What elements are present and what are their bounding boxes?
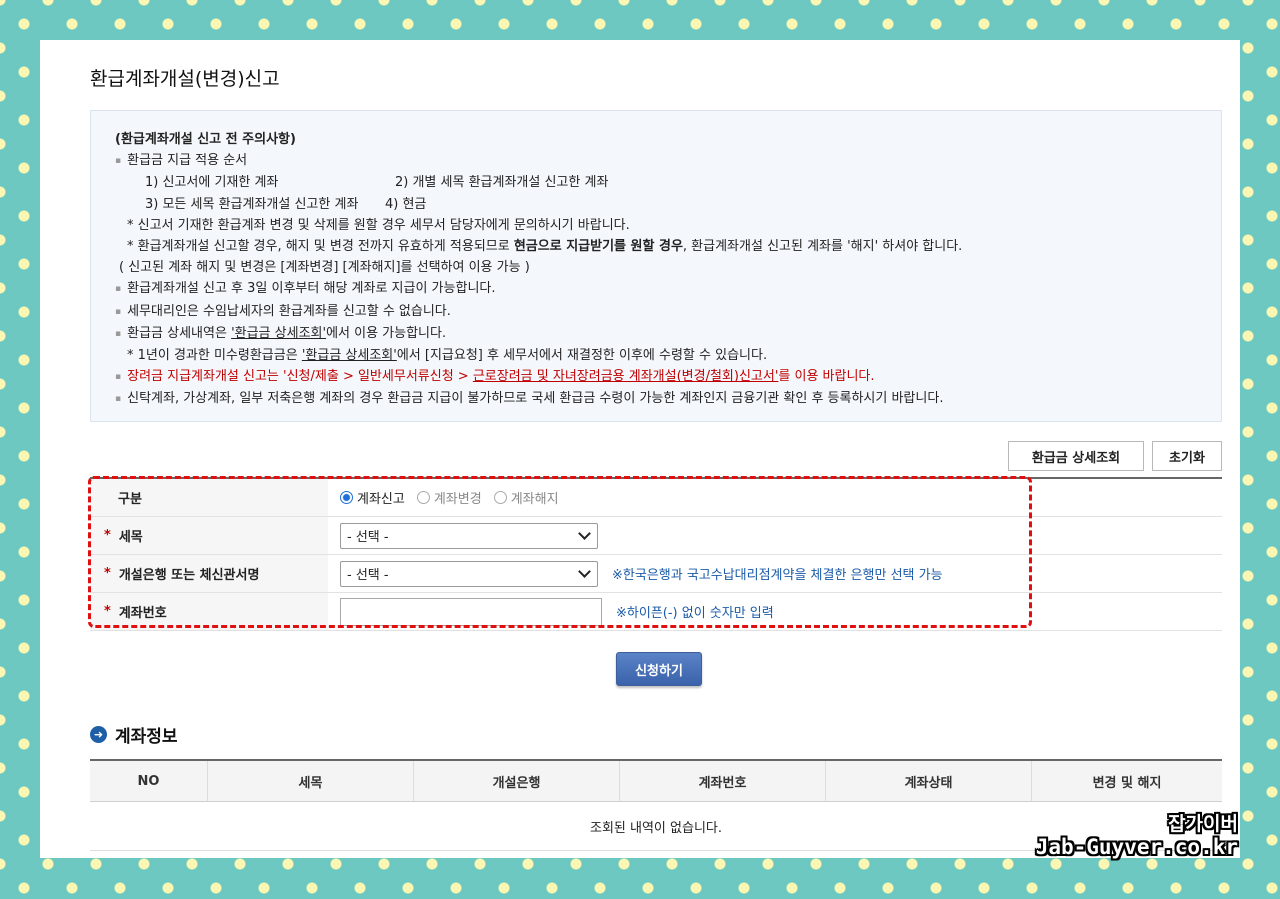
required-mark: *	[104, 528, 111, 543]
watermark-line2: Jab-Guyver.co.kr	[1035, 835, 1238, 859]
notice-line: 신탁계좌, 가상계좌, 일부 저축은행 계좌의 경우 환급금 지급이 불가하므로…	[115, 388, 1221, 410]
notice-line: 환급계좌개설 신고 후 3일 이후부터 해당 계좌로 지급이 가능합니다.	[115, 278, 1221, 300]
bank-label: * 개설은행 또는 체신관서명	[90, 555, 328, 592]
form-row-tax: * 세목 - 선택 -	[90, 517, 1222, 555]
chevron-down-icon	[578, 565, 591, 578]
col-bank: 개설은행	[413, 759, 620, 802]
form-row-account: * 계좌번호 ※하이픈(-) 없이 숫자만 입력	[90, 593, 1222, 631]
account-info-title: ➜ 계좌정보	[90, 722, 178, 747]
col-account-number: 계좌번호	[619, 759, 826, 802]
bank-select[interactable]: - 선택 -	[340, 560, 598, 587]
submit-button[interactable]: 신청하기	[616, 652, 702, 686]
radio-label: 계좌해지	[510, 492, 559, 507]
account-hint: ※하이픈(-) 없이 숫자만 입력	[616, 606, 774, 621]
notice-line: ( 신고된 계좌 해지 및 변경은 [계좌변경] [계좌해지]를 선택하여 이용…	[119, 260, 530, 276]
reset-button[interactable]: 초기화	[1152, 441, 1222, 471]
bank-hint: ※한국은행과 국고수납대리점계약을 체결한 은행만 선택 가능	[612, 568, 943, 583]
form-row-type: 구분 계좌신고 계좌변경 계좌해지	[90, 479, 1222, 517]
notice-line: * 환급계좌개설 신고할 경우, 해지 및 변경 전까지 유효하게 적용되므로 …	[127, 239, 963, 255]
radio-account-cancel[interactable]	[493, 491, 507, 504]
notice-line: * 1년이 경과한 미수령환급금은 '환급금 상세조회'에서 [지급요청] 후 …	[127, 348, 768, 364]
tax-label: * 세목	[90, 517, 328, 554]
type-label: 구분	[90, 479, 328, 516]
refund-detail-link-2[interactable]: '환급금 상세조회'	[302, 348, 397, 363]
incentive-account-form-link[interactable]: 근로장려금 및 자녀장려금용 계좌개설(변경/철회)신고서'	[473, 369, 779, 384]
main-panel: 환급계좌개설(변경)신고 (환급계좌개설 신고 전 주의사항) 환급금 지급 적…	[40, 40, 1240, 858]
notice-box: (환급계좌개설 신고 전 주의사항) 환급금 지급 적용 순서 1) 신고서에 …	[90, 110, 1222, 422]
notice-line: 환급금 상세내역은 '환급금 상세조회'에서 이용 가능합니다.	[115, 323, 1221, 345]
col-status: 계좌상태	[825, 759, 1032, 802]
notice-line: 3) 모든 세목 환급계좌개설 신고한 계좌 4) 현금	[145, 196, 427, 212]
watermark-line1: 잡가이버	[1168, 813, 1238, 835]
radio-account-register[interactable]	[340, 491, 353, 504]
radio-label: 계좌변경	[433, 492, 482, 507]
notice-line: * 신고서 기재한 환급계좌 변경 및 삭제를 원할 경우 세무서 담당자에게 …	[127, 217, 630, 233]
refund-detail-button[interactable]: 환급금 상세조회	[1008, 441, 1144, 471]
watermark: 잡가이버 Jab-Guyver.co.kr	[1036, 813, 1238, 859]
col-no: NO	[90, 759, 208, 802]
notice-heading: (환급계좌개설 신고 전 주의사항)	[115, 132, 296, 147]
chevron-down-icon	[578, 527, 591, 540]
account-number-input[interactable]	[340, 597, 602, 626]
refund-detail-link[interactable]: '환급금 상세조회'	[231, 326, 326, 341]
tax-select[interactable]: - 선택 -	[340, 522, 598, 549]
arrow-circle-icon: ➜	[90, 726, 107, 743]
radio-account-change[interactable]	[416, 491, 430, 504]
required-mark: *	[104, 566, 111, 581]
page-title: 환급계좌개설(변경)신고	[90, 68, 280, 90]
notice-line: 환급금 지급 적용 순서	[115, 150, 1221, 172]
radio-label: 계좌신고	[357, 492, 405, 507]
notice-line: 세무대리인은 수임납세자의 환급계좌를 신고할 수 없습니다.	[115, 301, 1221, 323]
account-number-label: * 계좌번호	[90, 593, 328, 630]
notice-line-red: 장려금 지급계좌개설 신고는 '신청/제출 > 일반세무서류신청 > 근로장려금…	[115, 366, 1221, 388]
notice-line: 1) 신고서에 기재한 계좌 2) 개별 세목 환급계좌개설 신고한 계좌	[145, 175, 609, 191]
account-form: 구분 계좌신고 계좌변경 계좌해지 * 세목 - 선택 - * 개설은행 또는 체신…	[90, 477, 1222, 631]
type-radio-group: 계좌신고 계좌변경 계좌해지	[328, 488, 571, 507]
col-change-cancel: 변경 및 해지	[1031, 759, 1222, 802]
form-row-bank: * 개설은행 또는 체신관서명 - 선택 - ※한국은행과 국고수납대리점계약을 …	[90, 555, 1222, 593]
required-mark: *	[104, 604, 111, 619]
col-tax: 세목	[207, 759, 414, 802]
table-header-row: NO 세목 개설은행 계좌번호 계좌상태 변경 및 해지	[90, 759, 1222, 802]
